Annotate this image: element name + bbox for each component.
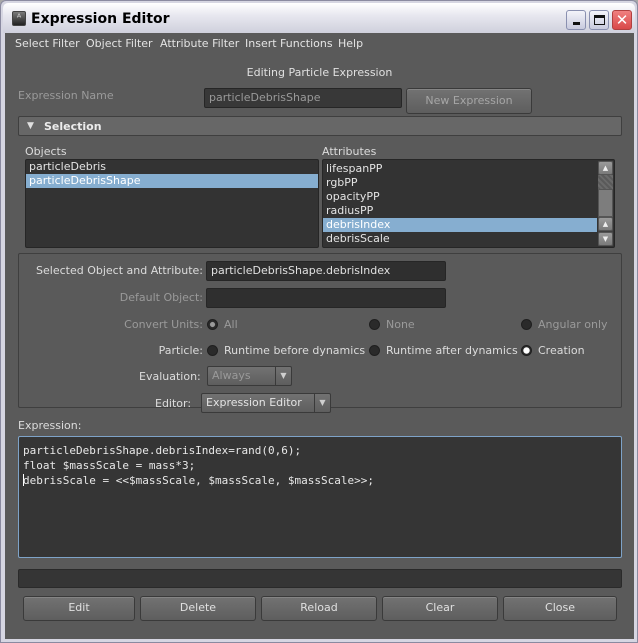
status-line — [18, 569, 622, 588]
client-area: Select Filter Object Filter Attribute Fi… — [5, 33, 634, 639]
collapse-triangle-icon: ▼ — [27, 121, 34, 131]
scroll-down-arrow-icon[interactable]: ▼ — [598, 232, 613, 246]
selection-frame-header[interactable]: ▼ Selection — [18, 116, 622, 136]
attribute-item-selected[interactable]: debrisIndex — [323, 218, 597, 232]
delete-button[interactable]: Delete — [140, 596, 256, 621]
maya-app-icon: ᴬ — [12, 11, 26, 26]
convert-units-angular-label: Angular only — [538, 318, 608, 331]
editor-label: Editor: — [155, 397, 192, 410]
window-title: Expression Editor — [31, 11, 170, 27]
attributes-scrollbar[interactable]: ▲ ▲ ▼ — [598, 161, 613, 246]
editing-heading: Editing Particle Expression — [246, 66, 393, 79]
object-item-selected[interactable]: particleDebrisShape — [26, 174, 318, 188]
edit-button[interactable]: Edit — [23, 596, 135, 621]
attribute-item[interactable]: lifespanPP — [323, 162, 597, 176]
scroll-up-arrow-icon[interactable]: ▲ — [598, 161, 613, 175]
particle-runtime-after-label: Runtime after dynamics — [386, 344, 518, 357]
attributes-list[interactable]: lifespanPP rgbPP opacityPP radiusPP debr… — [322, 159, 615, 248]
particle-label: Particle: — [158, 344, 203, 357]
editor-value: Expression Editor — [206, 396, 302, 409]
menu-help[interactable]: Help — [338, 37, 363, 50]
minimize-button[interactable] — [566, 10, 586, 30]
attributes-label: Attributes — [322, 145, 377, 158]
new-expression-button[interactable]: New Expression — [406, 88, 532, 114]
chevron-down-icon: ▼ — [314, 394, 330, 412]
attribute-item[interactable]: debrisScale — [323, 232, 597, 246]
editor-dropdown[interactable]: Expression Editor ▼ — [201, 393, 331, 413]
expression-editor-window: ᴬ Expression Editor ✕ Select Filter Obje… — [0, 0, 638, 643]
evaluation-label: Evaluation: — [139, 370, 201, 383]
object-item[interactable]: particleDebris — [26, 160, 318, 174]
title-bar[interactable]: ᴬ Expression Editor ✕ — [3, 3, 635, 33]
particle-runtime-before-radio[interactable] — [207, 345, 218, 356]
objects-list[interactable]: particleDebris particleDebrisShape — [25, 159, 319, 248]
convert-units-angular-radio[interactable] — [521, 319, 532, 330]
close-button[interactable]: Close — [503, 596, 617, 621]
default-object-field[interactable] — [206, 288, 446, 308]
expression-line: float $massScale = mass*3; — [23, 459, 196, 472]
particle-runtime-before-label: Runtime before dynamics — [224, 344, 366, 357]
menu-object-filter[interactable]: Object Filter — [86, 37, 153, 50]
menu-attribute-filter[interactable]: Attribute Filter — [160, 37, 239, 50]
minimize-icon — [573, 22, 580, 25]
convert-units-all-radio[interactable] — [207, 319, 218, 330]
maximize-icon — [594, 15, 605, 25]
expression-name-label: Expression Name — [18, 89, 114, 102]
menu-bar: Select Filter Object Filter Attribute Fi… — [5, 33, 634, 55]
convert-units-label: Convert Units: — [124, 318, 203, 331]
clear-button[interactable]: Clear — [382, 596, 498, 621]
attribute-item[interactable]: radiusPP — [323, 204, 597, 218]
particle-creation-label: Creation — [538, 344, 585, 357]
close-window-button[interactable]: ✕ — [612, 10, 632, 30]
selected-object-label: Selected Object and Attribute: — [36, 264, 203, 277]
objects-label: Objects — [25, 145, 67, 158]
convert-units-none-radio[interactable] — [369, 319, 380, 330]
selection-title: Selection — [44, 120, 102, 133]
default-object-label: Default Object: — [119, 291, 203, 304]
evaluation-value: Always — [212, 369, 251, 382]
expression-label: Expression: — [18, 419, 82, 432]
expression-textarea[interactable]: particleDebrisShape.debrisIndex=rand(0,6… — [18, 436, 622, 558]
menu-select-filter[interactable]: Select Filter — [15, 37, 80, 50]
scroll-up-arrow-icon[interactable]: ▲ — [598, 217, 613, 231]
scroll-track[interactable] — [598, 175, 613, 189]
convert-units-all-label: All — [224, 318, 238, 331]
particle-creation-radio[interactable] — [521, 345, 532, 356]
expression-line: debrisScale = <<$massScale, $massScale, … — [23, 474, 374, 487]
evaluation-dropdown[interactable]: Always ▼ — [207, 366, 292, 386]
expression-line: particleDebrisShape.debrisIndex=rand(0,6… — [23, 444, 302, 457]
maximize-button[interactable] — [589, 10, 609, 30]
scroll-thumb[interactable] — [598, 189, 613, 217]
expression-name-field[interactable]: particleDebrisShape — [204, 88, 402, 108]
close-icon: ✕ — [615, 11, 629, 29]
reload-button[interactable]: Reload — [261, 596, 377, 621]
convert-units-none-label: None — [386, 318, 415, 331]
attribute-item[interactable]: opacityPP — [323, 190, 597, 204]
particle-runtime-after-radio[interactable] — [369, 345, 380, 356]
attribute-item[interactable]: rgbPP — [323, 176, 597, 190]
chevron-down-icon: ▼ — [275, 367, 291, 385]
menu-insert-functions[interactable]: Insert Functions — [245, 37, 333, 50]
selected-object-field[interactable]: particleDebrisShape.debrisIndex — [206, 261, 446, 281]
